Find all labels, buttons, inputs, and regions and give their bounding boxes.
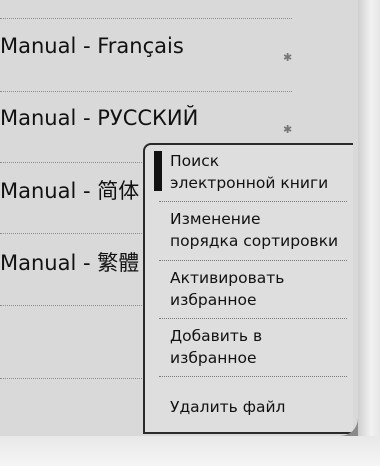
menu-item-change-sort-order[interactable]: Изменение порядка сортировки bbox=[145, 208, 353, 252]
menu-item-delete-file[interactable]: Удалить файл bbox=[145, 396, 353, 418]
menu-item-line: избранное bbox=[170, 291, 257, 309]
menu-item-add-to-favorites[interactable]: Добавить в избранное bbox=[145, 325, 353, 369]
menu-item-line: Изменение bbox=[170, 210, 261, 228]
device-bezel bbox=[358, 0, 380, 466]
menu-item-line: Удалить файл bbox=[170, 398, 286, 416]
book-title: Manual - 繁體 bbox=[0, 251, 140, 275]
menu-item-line: избранное bbox=[170, 349, 257, 367]
menu-item-line: порядка сортировки bbox=[170, 232, 339, 250]
menu-item-line: Добавить в bbox=[170, 327, 263, 345]
menu-item-line: электронной книги bbox=[170, 174, 329, 192]
menu-item-search-ebook[interactable]: Поиск электронной книги bbox=[145, 150, 353, 194]
list-divider bbox=[0, 91, 292, 93]
list-divider bbox=[0, 18, 292, 20]
star-icon: ✱ bbox=[283, 51, 293, 64]
context-menu: Поиск электронной книги Изменение порядк… bbox=[143, 143, 353, 434]
menu-separator bbox=[159, 260, 347, 261]
book-item-russian[interactable]: Manual - РУССКИЙ bbox=[0, 98, 300, 138]
reader-screen: Manual - Français ✱ Manual - РУССКИЙ ✱ M… bbox=[0, 0, 358, 436]
menu-separator bbox=[159, 201, 347, 202]
menu-item-line: Поиск bbox=[170, 152, 220, 170]
book-title: Manual - Français bbox=[0, 34, 184, 58]
book-item-french[interactable]: Manual - Français bbox=[0, 26, 300, 66]
menu-item-activate-favorites[interactable]: Активировать избранное bbox=[145, 267, 353, 311]
book-title: Manual - 简体 bbox=[0, 179, 140, 203]
menu-item-line: Активировать bbox=[170, 269, 285, 287]
menu-separator bbox=[159, 376, 347, 377]
menu-separator bbox=[159, 318, 347, 319]
device-bezel bbox=[0, 436, 380, 466]
book-title: Manual - РУССКИЙ bbox=[0, 106, 199, 130]
star-icon: ✱ bbox=[283, 123, 293, 136]
